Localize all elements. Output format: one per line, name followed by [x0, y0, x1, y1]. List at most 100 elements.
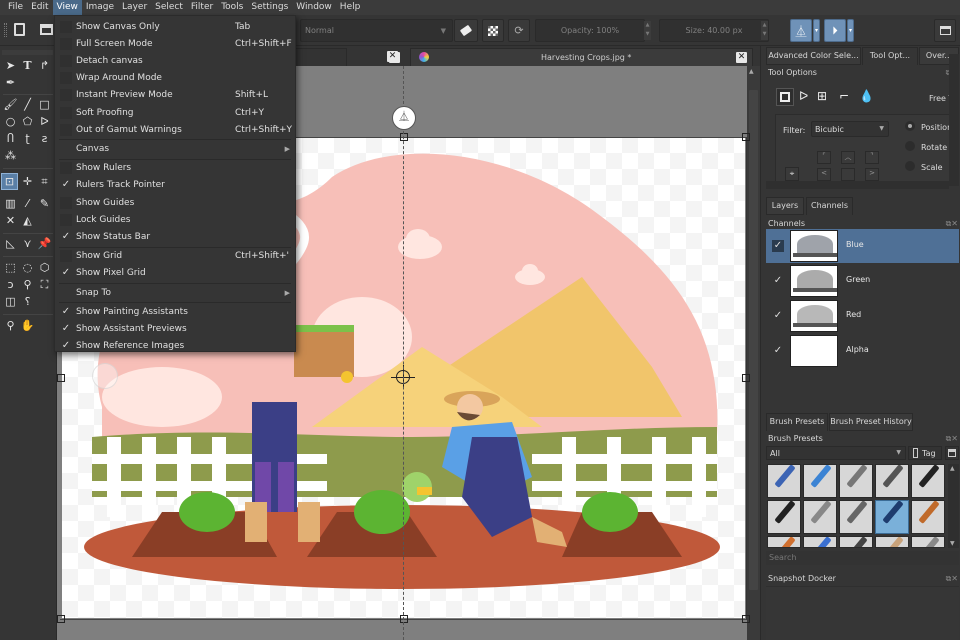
gradient-tool-icon[interactable]: ▥ — [3, 196, 18, 211]
menu-item-out-of-gamut-warnings[interactable]: Out of Gamut Warnings Ctrl+Shift+Y — [55, 121, 295, 138]
crop-tool-icon[interactable]: ⌗ — [37, 174, 52, 189]
brush-preset-tile[interactable] — [911, 464, 945, 498]
menu-select[interactable]: Select — [151, 0, 187, 15]
anchor-target-icon[interactable]: ⌖ — [785, 167, 799, 181]
rectangular-selection-tool-icon[interactable]: ⬚ — [3, 260, 18, 275]
menu-item-full-screen-mode[interactable]: Full Screen Mode Ctrl+Shift+F — [55, 35, 295, 52]
brush-preset-tile[interactable] — [839, 464, 873, 498]
anchor-top-right[interactable]: ⌝ — [865, 151, 879, 164]
polygonal-selection-tool-icon[interactable]: ⬡ — [37, 260, 52, 275]
menu-help[interactable]: Help — [336, 0, 365, 15]
menu-settings[interactable]: Settings — [247, 0, 292, 15]
tab-brush-presets[interactable]: Brush Presets — [766, 413, 828, 431]
channel-visibility-checkbox[interactable]: ✓ — [772, 310, 784, 322]
doc-tab-harvesting-crops[interactable]: Harvesting Crops.jpg * ✕ — [410, 48, 753, 66]
similar-color-selection-tool-icon[interactable]: ⚲ — [20, 277, 35, 292]
tab-channels[interactable]: Channels — [806, 197, 853, 215]
transform-handle-top[interactable] — [400, 133, 408, 141]
menu-item-show-pixel-grid[interactable]: ✓ Show Pixel Grid — [55, 265, 295, 282]
new-document-icon[interactable] — [14, 23, 25, 36]
polyline-tool-icon[interactable]: ᐅ — [37, 114, 52, 129]
menu-item-instant-preview-mode[interactable]: Instant Preview Mode Shift+L — [55, 87, 295, 104]
tab-brush-preset-history[interactable]: Brush Preset History — [829, 413, 913, 431]
opacity-slider[interactable]: Opacity: 100% — [535, 19, 645, 42]
mirror-horizontal-options[interactable]: ▾ — [813, 19, 820, 42]
line-tool-icon[interactable]: ╱ — [20, 97, 35, 112]
tool-options-vscroll[interactable] — [949, 54, 959, 186]
channel-row-red[interactable]: ✓ Red — [766, 299, 959, 333]
transform-mode-free-icon[interactable] — [776, 88, 794, 106]
menu-window[interactable]: Window — [292, 0, 336, 15]
tool-options-hscroll[interactable] — [766, 181, 949, 189]
reference-images-tool-icon[interactable]: 📌 — [37, 236, 52, 251]
menu-layer[interactable]: Layer — [118, 0, 151, 15]
brush-view-options-icon[interactable] — [945, 446, 959, 460]
move-tool-icon[interactable]: ✛ — [20, 174, 35, 189]
zoom-tool-icon[interactable]: ⚲ — [3, 318, 18, 333]
measure-tool-icon[interactable]: ◺ — [3, 236, 18, 251]
scrollbar-thumb[interactable] — [749, 90, 758, 590]
opacity-spinner[interactable]: ▲ ▼ — [644, 21, 651, 40]
brush-preset-tile[interactable] — [911, 536, 945, 548]
smart-patch-tool-icon[interactable]: ✎ — [37, 196, 52, 211]
anchor-right[interactable]: > — [865, 168, 879, 181]
brush-preset-tile[interactable] — [803, 536, 837, 548]
menu-tools[interactable]: Tools — [217, 0, 247, 15]
radio-rotate[interactable] — [905, 141, 915, 151]
transform-mode-cage-icon[interactable]: ⌐ — [839, 89, 849, 103]
select-shapes-tool-icon[interactable]: ➤ — [3, 58, 18, 73]
brush-filter-select[interactable]: All ▼ — [766, 446, 906, 460]
transform-handle-bottom[interactable] — [400, 615, 408, 623]
tab-layers[interactable]: Layers — [766, 197, 804, 215]
brush-grid-scrollbar[interactable]: ▲ ▼ — [948, 464, 959, 548]
transform-mode-warp-icon[interactable]: ⊞ — [817, 89, 827, 103]
menu-item-show-canvas-only[interactable]: Show Canvas Only Tab — [55, 18, 295, 35]
brush-preset-tile[interactable] — [839, 536, 873, 548]
mirror-horizontal-button[interactable]: ⏅ — [790, 19, 812, 42]
radio-scale[interactable] — [905, 161, 915, 171]
dynamic-brush-tool-icon[interactable]: ƨ — [37, 131, 52, 146]
scroll-up-icon[interactable]: ▲ — [749, 68, 754, 75]
menu-item-soft-proofing[interactable]: Soft Proofing Ctrl+Y — [55, 104, 295, 121]
menu-view[interactable]: View — [52, 0, 82, 15]
transform-mode-perspective-icon[interactable]: ᐅ — [799, 89, 808, 103]
brush-preset-tile[interactable] — [875, 536, 909, 548]
menu-item-show-rulers[interactable]: Show Rulers — [55, 160, 295, 177]
menu-item-snap-to[interactable]: Snap To ▶ — [55, 284, 295, 301]
edit-shapes-tool-icon[interactable]: ↱ — [37, 58, 52, 73]
channel-row-blue[interactable]: ✓ Blue — [766, 229, 959, 263]
channel-visibility-checkbox[interactable]: ✓ — [772, 345, 784, 357]
menu-item-detach-canvas[interactable]: Detach canvas — [55, 52, 295, 69]
menu-item-rulers-track-pointer[interactable]: ✓ Rulers Track Pointer — [55, 177, 295, 194]
contiguous-selection-tool-icon[interactable]: ⛶ — [37, 277, 52, 292]
freehand-brush-tool-icon[interactable]: 🖌 — [3, 97, 18, 112]
rectangle-tool-icon[interactable]: □ — [37, 97, 52, 112]
channel-row-green[interactable]: ✓ Green — [766, 264, 959, 298]
menu-item-show-assistant-previews[interactable]: ✓ Show Assistant Previews — [55, 320, 295, 337]
tab-tool-options[interactable]: Tool Opt... — [862, 47, 918, 65]
workspace-button[interactable] — [934, 19, 956, 42]
pan-tool-icon[interactable]: ✋ — [20, 318, 35, 333]
calligraphy-tool-icon[interactable]: ✒ — [3, 75, 18, 90]
canvas-vertical-scrollbar[interactable]: ▲ — [747, 66, 760, 640]
brush-search-input[interactable]: Search — [766, 551, 959, 565]
transform-mode-liquify-icon[interactable]: 💧 — [859, 89, 874, 103]
menu-item-show-guides[interactable]: Show Guides — [55, 194, 295, 211]
brush-preset-tile[interactable] — [875, 500, 909, 534]
brush-size-slider[interactable]: Size: 40.00 px — [659, 19, 769, 42]
anchor-left[interactable]: < — [817, 168, 831, 181]
bezier-tool-icon[interactable]: Ⴖ — [3, 131, 18, 146]
brush-preset-tile[interactable] — [911, 500, 945, 534]
anchor-top-left[interactable]: ⌜ — [817, 151, 831, 164]
elliptical-selection-tool-icon[interactable]: ◌ — [20, 260, 35, 275]
menu-item-lock-guides[interactable]: Lock Guides — [55, 211, 295, 228]
size-spinner[interactable]: ▲ ▼ — [761, 21, 768, 40]
brush-preset-tile[interactable] — [767, 536, 801, 548]
transform-tool-icon[interactable]: ⊡ — [1, 173, 18, 190]
open-folder-icon[interactable] — [40, 24, 53, 35]
assistant-tool-icon[interactable]: ✕ — [3, 213, 18, 228]
transform-handle-left[interactable] — [57, 374, 65, 382]
brush-preset-tile[interactable] — [803, 464, 837, 498]
channel-visibility-checkbox[interactable]: ✓ — [772, 275, 784, 287]
radio-position[interactable] — [905, 121, 915, 131]
